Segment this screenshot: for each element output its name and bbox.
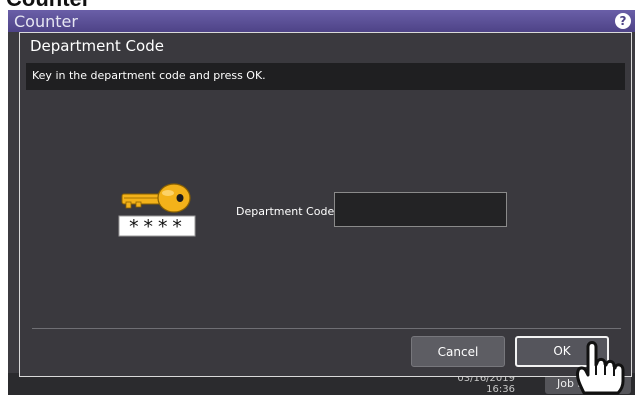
department-code-dialog: Department Code Key in the department co… bbox=[19, 32, 632, 377]
instruction-text: Key in the department code and press OK. bbox=[32, 69, 266, 82]
key-mask-text: **** bbox=[128, 216, 186, 238]
top-instruction-strip: Counter bbox=[0, 0, 643, 10]
help-icon[interactable]: ? bbox=[615, 13, 631, 29]
key-icon: **** bbox=[118, 183, 196, 238]
status-time: 16:36 bbox=[486, 384, 515, 395]
department-code-input[interactable] bbox=[334, 192, 507, 227]
department-code-label: Department Code bbox=[236, 205, 335, 218]
cancel-button[interactable]: Cancel bbox=[411, 336, 505, 367]
screen-title: Counter bbox=[14, 12, 78, 31]
screen-header: Counter ? bbox=[8, 10, 635, 32]
dialog-divider bbox=[32, 328, 621, 329]
dialog-title: Department Code bbox=[30, 37, 164, 55]
instruction-bar: Key in the department code and press OK. bbox=[26, 63, 625, 90]
hand-pointer-icon bbox=[576, 341, 625, 395]
top-strip-text: Counter bbox=[6, 0, 90, 10]
